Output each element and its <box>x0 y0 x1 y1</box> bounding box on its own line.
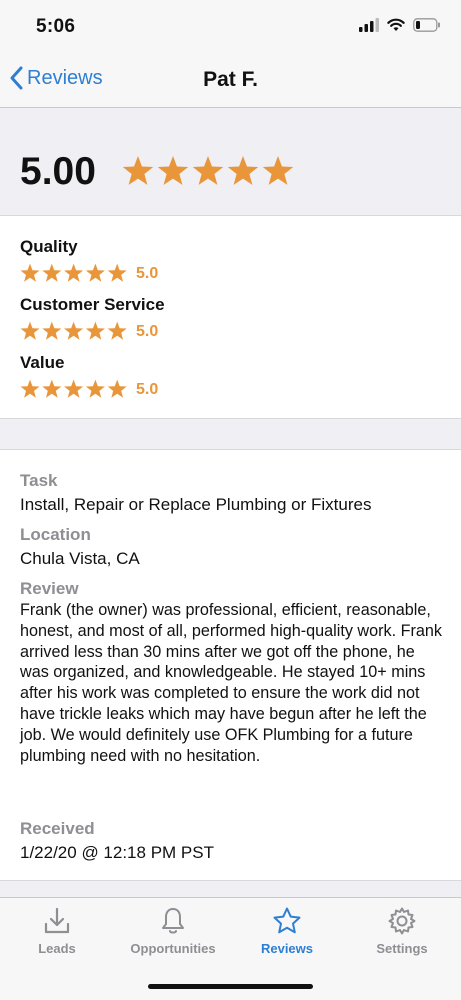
customer-service-stars <box>20 321 127 340</box>
category-rating-value: 5.0 <box>20 379 158 401</box>
star-icon <box>85 321 105 340</box>
tab-reviews[interactable]: Reviews <box>232 906 342 956</box>
page-title: Pat F. <box>203 68 258 91</box>
battery-icon <box>413 18 440 32</box>
category-rating-quality: 5.0 <box>20 263 158 285</box>
star-icon <box>273 907 301 934</box>
task-label: Task <box>20 471 58 490</box>
star-icon <box>85 263 105 282</box>
quality-stars <box>20 263 127 282</box>
star-icon <box>192 155 224 185</box>
star-icon <box>64 321 84 340</box>
task-value: Install, Repair or Replace Plumbing or F… <box>20 495 372 514</box>
star-icon <box>122 155 154 185</box>
tab-leads[interactable]: Leads <box>2 906 112 956</box>
star-icon <box>262 155 294 185</box>
star-icon <box>42 379 62 398</box>
overall-star-rating <box>122 155 294 185</box>
tab-opportunities-label: Opportunities <box>130 941 216 956</box>
tab-settings[interactable]: Settings <box>347 906 457 956</box>
review-label: Review <box>20 579 79 598</box>
download-tray-icon <box>44 907 70 934</box>
star-icon <box>20 263 40 282</box>
star-icon <box>107 379 127 398</box>
received-label: Received <box>20 819 95 838</box>
review-details: Task Install, Repair or Replace Plumbing… <box>0 449 461 881</box>
star-icon <box>20 379 40 398</box>
status-time: 5:06 <box>36 16 76 37</box>
review-text: Frank (the owner) was professional, effi… <box>20 601 442 765</box>
quality-value: 5.0 <box>136 265 159 282</box>
category-rating-customer-service: 5.0 <box>20 321 158 343</box>
location-value: Chula Vista, CA <box>20 549 140 568</box>
status-bar: 5:06 <box>0 0 461 54</box>
star-icon <box>107 263 127 282</box>
value-value: 5.0 <box>136 381 159 398</box>
tab-leads-label: Leads <box>38 941 76 956</box>
star-icon <box>107 321 127 340</box>
value-stars <box>20 379 127 398</box>
wifi-icon <box>387 18 405 31</box>
bell-icon <box>162 908 184 934</box>
star-icon <box>64 263 84 282</box>
star-icon <box>20 321 40 340</box>
star-icon <box>42 263 62 282</box>
star-icon <box>85 379 105 398</box>
gear-icon <box>388 907 416 935</box>
status-icons <box>359 18 441 32</box>
tab-settings-label: Settings <box>376 941 428 956</box>
star-icon <box>64 379 84 398</box>
star-icon <box>42 321 62 340</box>
section-spacer <box>0 419 461 449</box>
tab-reviews-label: Reviews <box>260 941 314 956</box>
category-ratings: Quality 5.0 Customer Service 5.0 Value 5… <box>0 215 461 419</box>
customer-service-value: 5.0 <box>136 323 159 340</box>
cellular-signal-icon <box>359 18 379 32</box>
home-indicator <box>148 984 313 989</box>
star-icon <box>157 155 189 185</box>
category-label-value: Value <box>20 353 65 372</box>
category-label-quality: Quality <box>20 237 78 256</box>
overall-score: 5.00 <box>20 150 96 193</box>
location-label: Location <box>20 525 91 544</box>
star-icon <box>227 155 259 185</box>
received-value: 1/22/20 @ 12:18 PM PST <box>20 843 214 862</box>
navigation-bar: Reviews Pat F. <box>0 54 461 108</box>
tab-opportunities[interactable]: Opportunities <box>118 906 228 956</box>
category-label-customer-service: Customer Service <box>20 295 165 314</box>
